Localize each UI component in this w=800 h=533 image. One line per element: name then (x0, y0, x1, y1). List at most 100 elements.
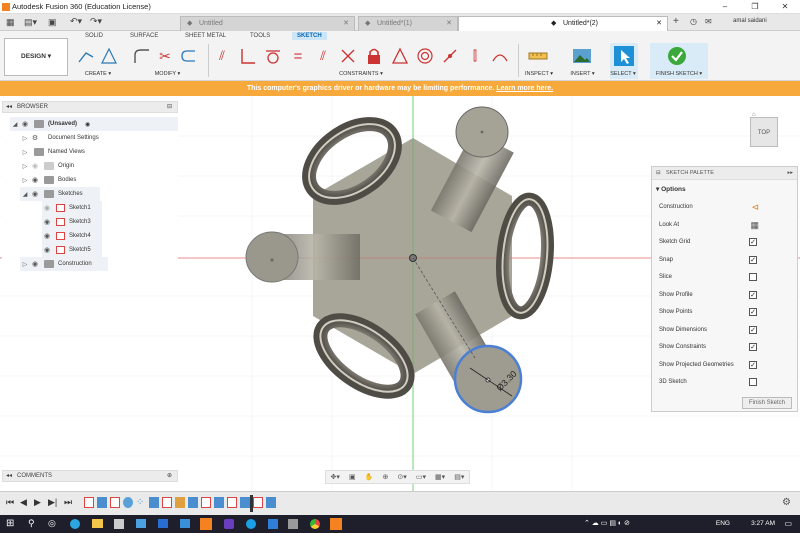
chrome-icon[interactable] (310, 519, 320, 529)
sketch-feature-icon[interactable] (84, 497, 94, 508)
collinear-icon[interactable] (338, 46, 358, 66)
eye-hidden-icon[interactable]: ◉ (30, 162, 40, 170)
comments-panel[interactable]: ◂◂ COMMENTS ⊕ (2, 470, 178, 482)
construction-line-icon[interactable]: ⊲ (751, 199, 759, 217)
trim-icon[interactable]: ✂ (155, 46, 175, 66)
tangent-icon[interactable] (263, 46, 283, 66)
3d-sketch-checkbox[interactable] (749, 378, 757, 386)
task-view-icon[interactable]: ◎ (48, 518, 56, 529)
tab-untitled-2[interactable]: ◆ Untitled*(2) ✕ (458, 16, 668, 31)
search-icon[interactable]: ⚲ (28, 518, 35, 529)
inspect-menu[interactable]: INSPECT ▾ (520, 71, 558, 77)
timeline-start-icon[interactable]: ⏮ (6, 497, 14, 508)
fillet-feature-icon[interactable] (175, 497, 185, 508)
notifications-icon[interactable]: ✉ (705, 17, 712, 26)
file-icon[interactable]: ▤▾ (24, 17, 37, 28)
sketch-grid-checkbox[interactable]: ✓ (749, 238, 757, 246)
workspace-switcher[interactable]: DESIGN ▾ (4, 38, 68, 76)
palette-row-construction[interactable]: Construction ⊲ (652, 199, 797, 217)
eye-hidden-icon[interactable]: ◉ (42, 204, 52, 212)
display-settings-icon[interactable]: ▭▾ (416, 473, 426, 481)
eye-icon[interactable]: ◉ (30, 190, 40, 198)
tab-solid[interactable]: SOLID (80, 32, 108, 40)
windows-start-icon[interactable]: ⊞ (6, 518, 14, 529)
insert-menu[interactable]: INSERT ▾ (565, 71, 600, 77)
rectangle-icon[interactable] (99, 46, 119, 66)
view-cube[interactable]: TOP (750, 117, 778, 147)
language-indicator[interactable]: ENG (716, 520, 730, 527)
palette-grip-icon[interactable]: ⊟ (656, 167, 661, 180)
concentric-icon[interactable] (415, 46, 435, 66)
sketch-feature-icon[interactable] (162, 497, 172, 508)
parallel-icon[interactable]: ⫽ (313, 46, 333, 66)
extrude-feature-icon[interactable] (97, 497, 107, 508)
constraints-menu[interactable]: CONSTRAINTS ▾ (330, 71, 392, 77)
timeline-next-icon[interactable]: ▶| (48, 497, 57, 508)
browser-item-sketch1[interactable]: ◉ Sketch1 (42, 201, 102, 215)
palette-row-3d-sketch[interactable]: 3D Sketch (652, 374, 797, 392)
app2-taskbar-icon[interactable] (268, 519, 278, 529)
tab-sheet-metal[interactable]: SHEET METAL (180, 32, 231, 40)
palette-row-show-profile[interactable]: Show Profile ✓ (652, 287, 797, 305)
symmetry-icon[interactable] (440, 46, 460, 66)
skype-icon[interactable] (246, 519, 256, 529)
modify-menu[interactable]: MODIFY ▾ (145, 71, 190, 77)
extrude-feature-icon[interactable] (188, 497, 198, 508)
fusion-taskbar-icon-2[interactable] (330, 518, 342, 530)
tab-tools[interactable]: TOOLS (245, 32, 275, 40)
timeline-settings-gear-icon[interactable]: ⚙ (782, 497, 791, 508)
tab-surface[interactable]: SURFACE (125, 32, 163, 40)
expand-icon[interactable]: ◢ (10, 121, 20, 128)
close-tab-icon[interactable]: ✕ (656, 17, 662, 31)
palette-row-snap[interactable]: Snap ✓ (652, 252, 797, 270)
redo-icon[interactable]: ↷▾ (90, 16, 102, 27)
coincident-icon[interactable]: ⫽ (212, 46, 232, 66)
extrude-feature-icon[interactable] (149, 497, 159, 508)
pin-icon[interactable]: ⊟ (167, 102, 172, 113)
zoom-icon[interactable]: ⊕ (382, 473, 388, 481)
insert-image-icon[interactable] (572, 46, 592, 66)
fusion-taskbar-icon[interactable] (200, 518, 212, 530)
browser-item-sketch3[interactable]: ◉ Sketch3 (42, 215, 102, 229)
sketch-feature-icon[interactable] (227, 497, 237, 508)
edge-icon[interactable] (70, 519, 80, 529)
viewports-icon[interactable]: ▤▾ (454, 473, 464, 481)
activate-radio-icon[interactable]: ◉ (85, 121, 90, 128)
browser-item-sketch4[interactable]: ◉ Sketch4 (42, 229, 102, 243)
torus-right[interactable] (496, 192, 554, 320)
browser-item-root[interactable]: ◢ ◉ (Unsaved) ◉ (10, 117, 178, 131)
app3-taskbar-icon[interactable] (288, 519, 298, 529)
finish-sketch-check-icon[interactable] (667, 46, 687, 66)
equal-icon[interactable]: = (288, 46, 308, 66)
close-tab-icon[interactable]: ✕ (343, 17, 349, 31)
palette-expand-icon[interactable]: ▸▸ (787, 167, 793, 180)
midpoint-icon[interactable] (390, 46, 410, 66)
timeline-marker[interactable] (250, 495, 253, 512)
show-constraints-checkbox[interactable]: ✓ (749, 343, 757, 351)
tab-untitled[interactable]: ◆ Untitled ✕ (180, 16, 355, 31)
grid-icon[interactable]: ▦ (6, 17, 15, 28)
clock[interactable]: 3:27 AM (751, 520, 775, 527)
browser-item-named-views[interactable]: ▷ Named Views (20, 145, 85, 159)
sketch-feature-icon[interactable] (201, 497, 211, 508)
select-menu[interactable]: SELECT ▾ (608, 71, 638, 77)
browser-item-sketch5[interactable]: ◉ Sketch5 (42, 243, 102, 257)
sketch-feature-icon[interactable] (110, 497, 120, 508)
timeline-end-icon[interactable]: ⏭ (64, 497, 72, 508)
clock-icon[interactable]: ◷ (690, 17, 697, 26)
fit-icon[interactable]: ⊙▾ (397, 473, 406, 481)
look-at-icon[interactable]: ▦ (750, 217, 759, 235)
finish-sketch-button[interactable]: Finish Sketch (742, 397, 792, 409)
browser-item-construction[interactable]: ▷ ◉ Construction (20, 257, 108, 271)
create-menu[interactable]: CREATE ▾ (78, 71, 118, 77)
show-profile-checkbox[interactable]: ✓ (749, 290, 757, 299)
collapse-icon[interactable]: ◂◂ (6, 471, 12, 482)
minimize-button[interactable]: – (710, 0, 740, 14)
curvature-icon[interactable] (490, 46, 510, 66)
close-tab-icon[interactable]: ✕ (446, 17, 452, 31)
eye-icon[interactable]: ◉ (42, 246, 52, 254)
pan-icon[interactable]: ✋ (365, 473, 374, 481)
tab-untitled-1[interactable]: ◆ Untitled*(1) ✕ (358, 16, 458, 31)
extrude-feature-icon[interactable] (266, 497, 276, 508)
measure-icon[interactable] (528, 46, 548, 66)
